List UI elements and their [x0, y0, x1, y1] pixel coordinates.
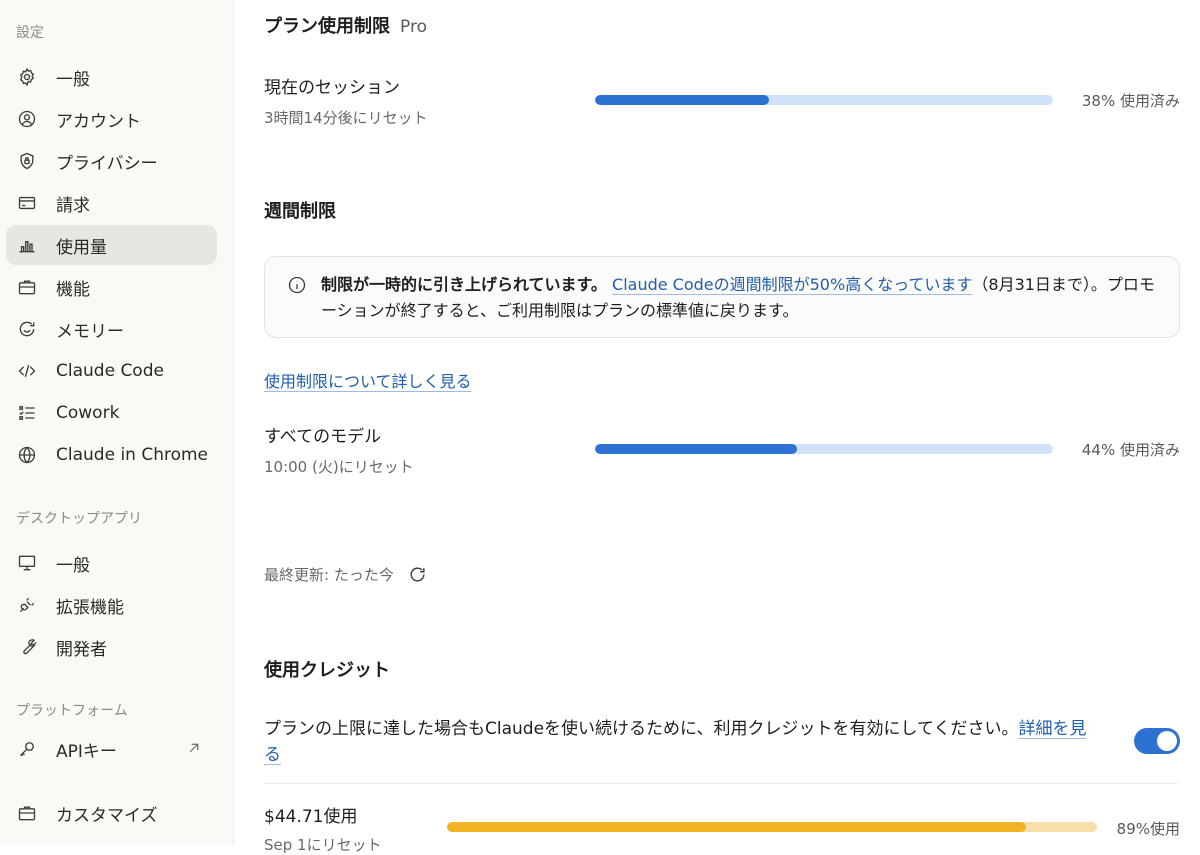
plan-name-badge: Pro: [400, 17, 427, 37]
sidebar-item-billing[interactable]: 請求: [6, 183, 217, 223]
credits-used-amount: $44.71使用: [264, 807, 358, 827]
sidebar-item-label: プライバシー: [56, 153, 158, 174]
section-label-settings: 設定: [16, 25, 44, 41]
refresh-icon[interactable]: [408, 565, 427, 584]
sidebar-item-label: 拡張機能: [56, 597, 124, 618]
shield-lock-icon: [16, 151, 38, 171]
briefcase-icon: [16, 277, 38, 297]
credits-usage-percent: 89%使用: [1116, 820, 1180, 838]
credits-description: プランの上限に達した場合もClaudeを使い続けるために、利用クレジットを有効に…: [264, 716, 1094, 768]
sidebar-item-label: 機能: [56, 279, 90, 300]
sidebar-item-desktop-general[interactable]: 一般: [6, 543, 217, 583]
gear-icon: [16, 67, 38, 87]
credits-usage-bar: [447, 822, 1097, 832]
all-models-usage-bar: [595, 444, 1053, 454]
session-reset-text: 3時間14分後にリセット: [264, 109, 428, 127]
usage-credits-heading: 使用クレジット: [264, 660, 390, 681]
globe-icon: [16, 445, 38, 465]
sidebar-item-label: 一般: [56, 69, 90, 90]
sidebar-item-label: 一般: [56, 555, 90, 576]
user-circle-icon: [16, 109, 38, 129]
credits-usage-fill: [447, 822, 1026, 832]
limit-increase-notice: 制限が一時的に引き上げられています。 Claude Codeの週間制限が50%高…: [264, 256, 1180, 338]
sidebar-item-label: カスタマイズ: [56, 805, 158, 826]
last-updated: 最終更新: たった今: [264, 564, 427, 585]
notice-text: 制限が一時的に引き上げられています。 Claude Codeの週間制限が50%高…: [321, 272, 1156, 324]
sidebar-item-label: メモリー: [56, 321, 124, 342]
sidebar-item-memory[interactable]: メモリー: [6, 309, 217, 349]
credits-description-text: プランの上限に達した場合もClaudeを使い続けるために、利用クレジットを有効に…: [264, 719, 1019, 739]
key-icon: [16, 739, 38, 759]
settings-sidebar: 設定 一般 アカウント プライバシー 請求 使用量 機能 メモリー Claude…: [0, 0, 234, 845]
sidebar-item-api-keys[interactable]: APIキー: [6, 729, 217, 769]
checklist-icon: [16, 403, 38, 423]
learn-more-usage-limits-link[interactable]: 使用制限について詳しく見る: [264, 368, 472, 392]
sidebar-item-label: APIキー: [56, 741, 117, 762]
usage-panel: プラン使用制限 Pro 現在のセッション 3時間14分後にリセット 38% 使用済…: [234, 0, 1200, 854]
sidebar-item-label: 使用量: [56, 237, 107, 258]
bar-chart-icon: [16, 235, 38, 255]
all-models-title: すべてのモデル: [264, 427, 382, 447]
session-usage-bar: [595, 95, 1053, 105]
last-updated-text: 最終更新: たった今: [264, 566, 394, 584]
sidebar-item-privacy[interactable]: プライバシー: [6, 141, 217, 181]
sidebar-item-general[interactable]: 一般: [6, 57, 217, 97]
sidebar-item-claude-in-chrome[interactable]: Claude in Chrome: [6, 435, 217, 475]
plan-limits-title: プラン使用制限: [264, 16, 390, 37]
credit-card-icon: [16, 193, 38, 213]
code-icon: [16, 361, 38, 381]
toggle-knob: [1157, 731, 1177, 751]
sidebar-item-label: 請求: [56, 195, 90, 216]
sidebar-item-extensions[interactable]: 拡張機能: [6, 585, 217, 625]
sidebar-item-label: Claude in Chrome: [56, 445, 209, 465]
sidebar-item-label: Cowork: [56, 403, 120, 423]
session-usage-percent: 38% 使用済み: [1081, 92, 1180, 110]
all-models-reset-text: 10:00 (火)にリセット: [264, 458, 414, 476]
sidebar-item-label: Claude Code: [56, 361, 164, 381]
arrow-up-right-icon: [185, 739, 203, 761]
session-title: 現在のセッション: [264, 78, 400, 98]
memory-icon: [16, 319, 38, 339]
sidebar-item-label: 開発者: [56, 639, 107, 660]
section-label-platform: プラットフォーム: [16, 703, 128, 719]
all-models-usage-fill: [595, 444, 797, 454]
sidebar-item-claude-code[interactable]: Claude Code: [6, 351, 217, 391]
sidebar-item-label: アカウント: [56, 111, 141, 132]
section-label-desktop: デスクトップアプリ: [16, 511, 142, 527]
wrench-icon: [16, 637, 38, 657]
plug-icon: [16, 595, 38, 615]
notice-bold-text: 制限が一時的に引き上げられています。: [321, 275, 607, 294]
session-usage-fill: [595, 95, 770, 105]
usage-credits-toggle[interactable]: [1134, 728, 1180, 754]
all-models-usage-percent: 44% 使用済み: [1081, 441, 1180, 459]
briefcase-icon: [16, 803, 38, 823]
claude-code-promo-link[interactable]: Claude Codeの週間制限が50%高くなっています: [612, 275, 972, 294]
sidebar-item-features[interactable]: 機能: [6, 267, 217, 307]
monitor-icon: [16, 553, 38, 573]
info-icon: [287, 275, 307, 299]
plan-limits-heading: プラン使用制限 Pro: [264, 12, 427, 38]
sidebar-item-cowork[interactable]: Cowork: [6, 393, 217, 433]
divider: [264, 783, 1178, 784]
sidebar-item-developer[interactable]: 開発者: [6, 627, 217, 667]
weekly-limits-heading: 週間制限: [264, 201, 336, 222]
sidebar-item-account[interactable]: アカウント: [6, 99, 217, 139]
sidebar-item-usage[interactable]: 使用量: [6, 225, 217, 265]
sidebar-item-customize[interactable]: カスタマイズ: [6, 793, 217, 833]
